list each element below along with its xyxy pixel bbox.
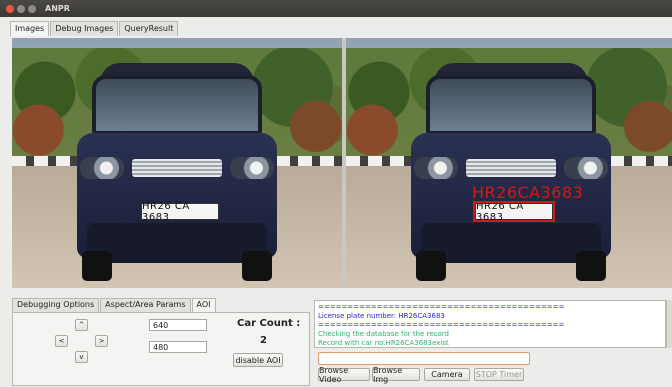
log-record: Record with car no.HR26CA3683exist	[318, 339, 449, 347]
car-count-value: 2	[260, 335, 267, 346]
options-panel: Debugging Options Aspect/Area Params AOI…	[12, 298, 310, 387]
browse-img-button[interactable]: Browse Img	[372, 366, 420, 384]
log-separator: ========================================…	[318, 321, 565, 329]
main-tabs: Images Debug Images QueryResult	[10, 21, 179, 36]
disable-aoi-button[interactable]: disable AOI	[233, 353, 283, 367]
log-output: ========================================…	[314, 300, 666, 348]
log-separator: ========================================…	[318, 303, 565, 311]
stop-timer-button[interactable]: STOP Timer	[474, 368, 524, 381]
car: HR26 CA 3683 HR26CA3683	[406, 63, 616, 283]
command-input[interactable]	[318, 352, 530, 365]
tab-images[interactable]: Images	[10, 21, 50, 36]
left-button[interactable]: <	[55, 335, 68, 347]
processed-image: HR26 CA 3683 HR26CA3683	[346, 38, 672, 288]
tab-aspect-area-params[interactable]: Aspect/Area Params	[100, 298, 191, 312]
detected-plate-text: HR26CA3683	[472, 183, 584, 202]
right-button[interactable]: >	[95, 335, 108, 347]
tab-debug-images[interactable]: Debug Images	[50, 21, 119, 36]
tab-query-result[interactable]: QueryResult	[119, 21, 179, 36]
minimize-icon[interactable]	[17, 4, 25, 13]
aoi-height-field[interactable]: 480	[149, 341, 207, 353]
log-checking: Checking the database for the record	[318, 330, 449, 338]
title-bar: ANPR	[0, 0, 672, 17]
log-scrollbar[interactable]	[666, 300, 672, 348]
up-button[interactable]: ^	[75, 319, 88, 331]
tab-aoi[interactable]: AOI	[191, 298, 216, 312]
license-plate: HR26 CA 3683	[141, 201, 219, 223]
aoi-panel: ^ < > v 640 480 Car Count : 2 disable AO…	[12, 312, 310, 386]
maximize-icon[interactable]	[28, 4, 36, 13]
browse-video-button[interactable]: Browse Video	[318, 366, 370, 384]
image-area: HR26 CA 3683 HR26 CA 3683 HR26CA3683	[12, 38, 672, 288]
camera-button[interactable]: Camera	[424, 368, 470, 381]
car-count-label: Car Count :	[237, 318, 301, 329]
tab-debugging-options[interactable]: Debugging Options	[12, 298, 100, 312]
aoi-width-field[interactable]: 640	[149, 319, 207, 331]
original-image: HR26 CA 3683	[12, 38, 342, 288]
window-title: ANPR	[45, 4, 70, 13]
car: HR26 CA 3683	[72, 63, 282, 283]
log-plate-line: License plate number: HR26CA3683	[318, 312, 445, 320]
down-button[interactable]: v	[75, 351, 88, 363]
license-plate-detected: HR26 CA 3683	[473, 201, 555, 223]
close-icon[interactable]	[6, 4, 14, 13]
